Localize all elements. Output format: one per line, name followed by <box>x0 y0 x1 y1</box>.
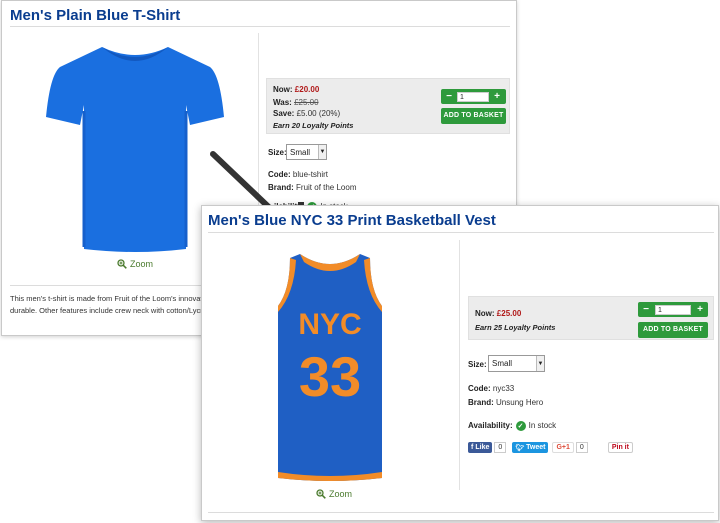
zoom-icon <box>316 489 326 499</box>
zoom-label: Zoom <box>130 259 154 269</box>
zoom-label: Zoom <box>329 489 353 499</box>
vest-letters: NYC <box>298 308 361 341</box>
zoom-link[interactable]: Zoom <box>316 489 352 499</box>
loyalty-points: Earn 20 Loyalty Points <box>273 121 354 130</box>
product-code: Code: blue-tshirt <box>268 170 328 179</box>
code-label: Code: <box>468 384 491 393</box>
bottom-divider <box>208 512 714 513</box>
pinterest-button[interactable]: Pin it <box>607 442 633 453</box>
brand-label: Brand: <box>268 183 294 192</box>
chevron-down-icon: ▼ <box>536 356 544 371</box>
size-label: Size: <box>468 360 487 369</box>
product-card-vest: Men's Blue NYC 33 Print Basketball Vest … <box>201 205 719 521</box>
like-count: 0 <box>494 442 507 453</box>
size-selected: Small <box>290 147 311 157</box>
quantity-input[interactable]: 1 <box>655 304 691 315</box>
description-line-2: durable. Other features include crew nec… <box>10 306 207 315</box>
add-to-basket-button[interactable]: ADD TO BASKET <box>441 108 506 124</box>
size-select[interactable]: Small ▼ <box>488 355 545 372</box>
qty-minus-button[interactable]: − <box>641 304 651 315</box>
loyalty-points: Earn 25 Loyalty Points <box>475 323 556 332</box>
product-code: Code: nyc33 <box>468 384 514 393</box>
price-was: Was: £25.00 <box>273 98 319 107</box>
price-now-value: £25.00 <box>496 309 522 318</box>
code-value: blue-tshirt <box>292 170 329 179</box>
price-now-value: £20.00 <box>294 85 320 94</box>
qty-plus-button[interactable]: + <box>492 91 502 102</box>
stock-value: In stock <box>528 421 557 431</box>
qty-minus-button[interactable]: − <box>444 91 454 102</box>
size-select[interactable]: Small ▼ <box>286 144 327 160</box>
qty-plus-button[interactable]: + <box>695 304 705 315</box>
page-title: Men's Plain Blue T-Shirt <box>10 7 181 24</box>
quantity-input[interactable]: 1 <box>457 91 489 102</box>
price-panel: Now: £25.00 Earn 25 Loyalty Points − 1 +… <box>468 296 714 340</box>
gplus-count: 0 <box>575 442 588 453</box>
facebook-like-button[interactable]: f Like <box>468 442 493 453</box>
twitter-icon: 🐦︎ <box>515 444 525 452</box>
facebook-icon: f <box>471 444 474 451</box>
price-now-label: Now: <box>475 309 495 318</box>
title-divider <box>208 232 714 233</box>
zoom-link[interactable]: Zoom <box>117 259 153 269</box>
size-label: Size: <box>268 148 287 157</box>
quantity-stepper: − 1 + <box>441 89 506 104</box>
page-title: Men's Blue NYC 33 Print Basketball Vest <box>208 212 496 229</box>
price-save-label: Save: <box>273 109 295 118</box>
price-now: Now: £25.00 <box>475 309 521 318</box>
quantity-stepper: − 1 + <box>638 302 708 317</box>
check-icon: ✓ <box>515 421 526 431</box>
price-now: Now: £20.00 <box>273 85 319 94</box>
code-value: nyc33 <box>492 384 515 393</box>
title-divider <box>10 26 510 27</box>
brand-value: Unsung Hero <box>496 398 544 407</box>
like-label: Like <box>475 444 490 451</box>
product-brand: Brand: Fruit of the Loom <box>268 183 357 192</box>
tweet-button[interactable]: 🐦︎ Tweet <box>512 442 549 453</box>
chevron-down-icon: ▼ <box>318 145 326 159</box>
column-divider <box>459 240 460 490</box>
vest-number: 33 <box>299 345 361 408</box>
product-image-vest[interactable]: NYC 33 <box>270 250 390 484</box>
price-save-value: £5.00 (20%) <box>296 109 341 118</box>
price-now-label: Now: <box>273 85 293 94</box>
brand-label: Brand: <box>468 398 494 407</box>
price-was-value: £25.00 <box>294 98 319 107</box>
brand-value: Fruit of the Loom <box>296 183 357 192</box>
size-selected: Small <box>492 359 513 368</box>
price-panel: Now: £20.00 Was: £25.00 Save: £5.00 (20%… <box>266 78 510 134</box>
code-label: Code: <box>268 170 291 179</box>
price-save: Save: £5.00 (20%) <box>273 109 340 118</box>
google-plus-button[interactable]: G+1 <box>552 442 574 453</box>
price-was-label: Was: <box>273 98 292 107</box>
availability: Availability: ✓ In stock <box>468 421 556 431</box>
availability-label: Availability: <box>468 421 513 431</box>
product-brand: Brand: Unsung Hero <box>468 398 543 407</box>
zoom-icon <box>117 259 127 269</box>
add-to-basket-button[interactable]: ADD TO BASKET <box>638 322 708 338</box>
social-share-bar: f Like 0 🐦︎ Tweet G+1 0 Pin it <box>468 442 633 453</box>
description-line-1: This men's t-shirt is made from Fruit of… <box>10 294 203 303</box>
tweet-label: Tweet <box>526 444 546 451</box>
